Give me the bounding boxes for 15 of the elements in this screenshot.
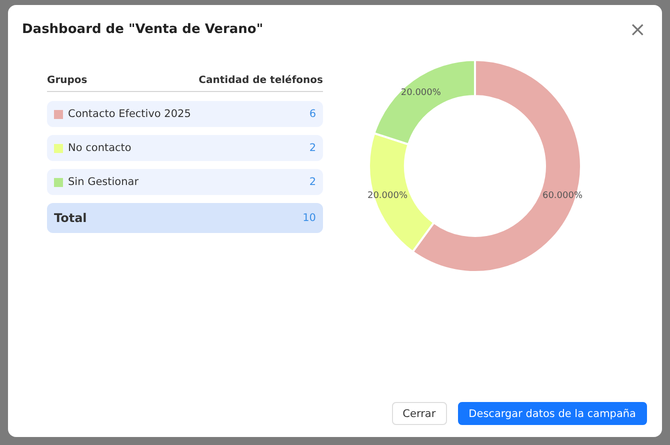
column-header: Cantidad de teléfonos	[198, 75, 323, 86]
group-count: 6	[309, 108, 316, 120]
percent-label: 20.000%	[400, 88, 441, 98]
dialog-title: Dashboard de "Venta de Verano"	[22, 22, 264, 36]
close-button[interactable]: ×	[625, 19, 650, 39]
group-name: No contacto	[68, 142, 132, 154]
group-count: 2	[309, 142, 316, 154]
download-button[interactable]: Descargar datos de la campaña	[458, 402, 647, 425]
total-count: 10	[302, 212, 316, 224]
close-dialog-button[interactable]: Cerrar	[392, 402, 447, 425]
group-name: Sin Gestionar	[68, 176, 140, 188]
total-label: Total	[54, 211, 88, 225]
column-header: Grupos	[47, 75, 88, 86]
group-count: 2	[309, 176, 316, 188]
group-name: Contacto Efectivo 2025	[68, 108, 192, 120]
